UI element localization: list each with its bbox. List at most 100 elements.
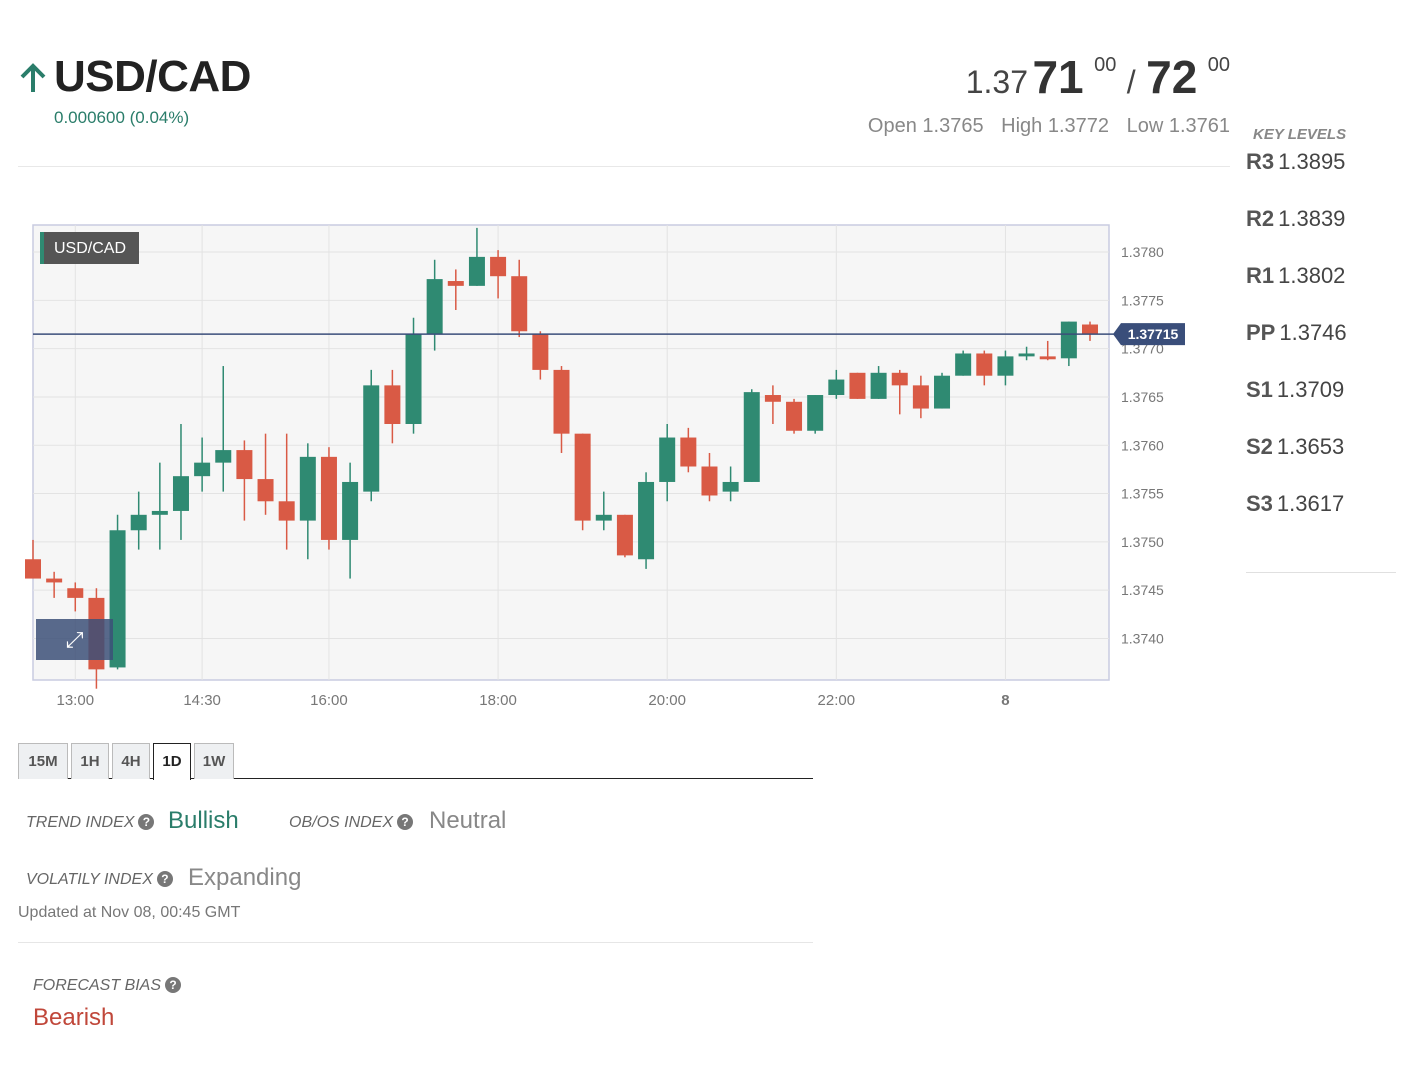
candlestick-chart[interactable]: 1.3740 1.3745 1.3750 1.3755 1.3760 1.3765 1.37… bbox=[0, 215, 1200, 715]
candle-body bbox=[320, 456, 337, 540]
candle-body bbox=[764, 395, 781, 402]
forecast-bias-text: FORECAST BIAS bbox=[33, 977, 162, 994]
level-s2: S2 1.3653 bbox=[1246, 434, 1396, 491]
question-circle-icon[interactable]: ? bbox=[397, 814, 414, 830]
candle-bullish bbox=[955, 350, 972, 376]
price-chart[interactable]: 1.3740 1.3745 1.3750 1.3755 1.3760 1.3765 1.37… bbox=[0, 215, 1200, 715]
question-circle-icon[interactable]: ? bbox=[165, 977, 182, 993]
y-tick-label: 1.3750 bbox=[1121, 534, 1164, 550]
level-r1: R1 1.3802 bbox=[1246, 263, 1396, 320]
question-circle-icon[interactable]: ? bbox=[138, 814, 155, 830]
obos-index-label: OB/OS INDEX? bbox=[289, 814, 414, 832]
trend-index-text: TREND INDEX bbox=[26, 814, 135, 831]
candle-body bbox=[595, 514, 612, 521]
bid-prefix: 1.37 bbox=[965, 64, 1028, 100]
levels-divider bbox=[1246, 572, 1396, 573]
price-change: 0.000600 (0.04%) bbox=[54, 108, 190, 127]
y-tick-label: 1.3760 bbox=[1121, 437, 1164, 453]
candle-body bbox=[384, 385, 401, 425]
plot-background bbox=[32, 224, 1110, 681]
key-levels-title: KEY LEVELS bbox=[1253, 126, 1347, 143]
y-tick-label: 1.3740 bbox=[1121, 630, 1164, 646]
tab-1w[interactable]: 1W bbox=[194, 743, 234, 779]
candle-body bbox=[1018, 353, 1035, 357]
candle-body bbox=[257, 479, 274, 502]
level-label: S1 bbox=[1246, 377, 1273, 402]
obos-index-value: Neutral bbox=[429, 807, 507, 834]
level-value: 1.3895 bbox=[1278, 149, 1346, 174]
y-tick-label: 1.3780 bbox=[1121, 244, 1164, 260]
bid-main: 71 bbox=[1032, 51, 1084, 103]
tab-1d[interactable]: 1D bbox=[153, 743, 191, 780]
question-circle-icon[interactable]: ? bbox=[156, 871, 173, 887]
x-tick-label: 18:00 bbox=[479, 692, 517, 709]
y-tick-label: 1.3775 bbox=[1121, 292, 1164, 308]
candle-body bbox=[912, 385, 929, 409]
volatility-index-text: VOLATILY INDEX bbox=[26, 871, 153, 888]
candle-bullish bbox=[807, 395, 824, 434]
y-tick-label: 1.3745 bbox=[1121, 582, 1164, 598]
tab-4h[interactable]: 4H bbox=[112, 743, 150, 779]
level-value: 1.3653 bbox=[1276, 434, 1345, 459]
candle-body bbox=[659, 437, 676, 482]
candle-body bbox=[997, 356, 1014, 376]
level-r2: R2 1.3839 bbox=[1246, 206, 1396, 263]
candle-body bbox=[1039, 356, 1056, 360]
level-s1: S1 1.3709 bbox=[1246, 377, 1396, 434]
x-tick-label: 16:00 bbox=[310, 692, 348, 709]
x-tick-label: 8 bbox=[1001, 692, 1009, 709]
candle-body bbox=[67, 588, 84, 598]
obos-index-text: OB/OS INDEX bbox=[289, 814, 394, 831]
updated-timestamp: Updated at Nov 08, 00:45 GMT bbox=[18, 904, 241, 921]
forecast-bias-label: FORECAST BIAS? bbox=[33, 977, 182, 995]
symbol-label-accent bbox=[40, 232, 44, 264]
level-label: R1 bbox=[1246, 263, 1275, 288]
y-tick-label: 1.3765 bbox=[1121, 389, 1164, 405]
candle-bullish bbox=[638, 472, 655, 569]
candle-body bbox=[468, 256, 485, 286]
x-tick-label: 22:00 bbox=[818, 692, 856, 709]
expand-chart-button[interactable]: ⤢ bbox=[36, 619, 113, 660]
candle-body bbox=[828, 379, 845, 396]
candle-body bbox=[25, 559, 41, 579]
candle-body bbox=[490, 256, 507, 277]
candle-bearish bbox=[616, 514, 633, 558]
level-s3: S3 1.3617 bbox=[1246, 491, 1396, 548]
y-tick-label: 1.3755 bbox=[1121, 486, 1164, 502]
arrow-up-icon bbox=[20, 63, 46, 92]
volatility-index-value: Expanding bbox=[188, 864, 302, 891]
ohl-stats: Open 1.3765 High 1.3772 Low 1.3761 bbox=[856, 115, 1230, 138]
level-label: R3 bbox=[1246, 149, 1275, 174]
header-divider bbox=[18, 166, 1230, 167]
candle-body bbox=[955, 353, 972, 376]
candle-body bbox=[1060, 321, 1077, 359]
candle-body bbox=[743, 392, 760, 482]
candle-bearish bbox=[320, 447, 337, 550]
candle-body bbox=[786, 401, 803, 431]
candle-body bbox=[426, 279, 443, 335]
x-axis: 13:00 14:30 16:00 18:00 20:00 22:00 8 bbox=[57, 692, 1010, 709]
candle-bearish bbox=[849, 372, 866, 399]
open-value: Open 1.3765 bbox=[867, 115, 984, 137]
key-levels-panel: KEY LEVELS R3 1.3895 R2 1.3839 R1 1.3802 PP… bbox=[1246, 126, 1396, 548]
tab-15m[interactable]: 15M bbox=[18, 743, 68, 779]
candle-body bbox=[807, 395, 824, 431]
candle-body bbox=[870, 372, 887, 399]
x-tick-label: 14:30 bbox=[183, 692, 221, 709]
candle-body bbox=[130, 514, 147, 531]
candle-body bbox=[976, 353, 993, 376]
level-value: 1.3617 bbox=[1276, 491, 1345, 516]
level-pp: PP 1.3746 bbox=[1246, 320, 1396, 377]
candle-body bbox=[722, 481, 739, 492]
timeframe-tabs: 15M 1H 4H 1D 1W bbox=[18, 743, 813, 780]
x-tick-label: 20:00 bbox=[648, 692, 686, 709]
candle-body bbox=[342, 481, 359, 540]
tab-1h[interactable]: 1H bbox=[71, 743, 109, 779]
level-value: 1.3839 bbox=[1278, 206, 1346, 231]
trend-index-value: Bullish bbox=[168, 807, 239, 834]
forecast-bias-value: Bearish bbox=[33, 1004, 115, 1031]
last-price-label: 1.37715 bbox=[1128, 326, 1179, 342]
candle-body bbox=[934, 375, 951, 409]
chart-symbol-label: USD/CAD bbox=[54, 240, 126, 257]
candle-body bbox=[447, 281, 464, 286]
